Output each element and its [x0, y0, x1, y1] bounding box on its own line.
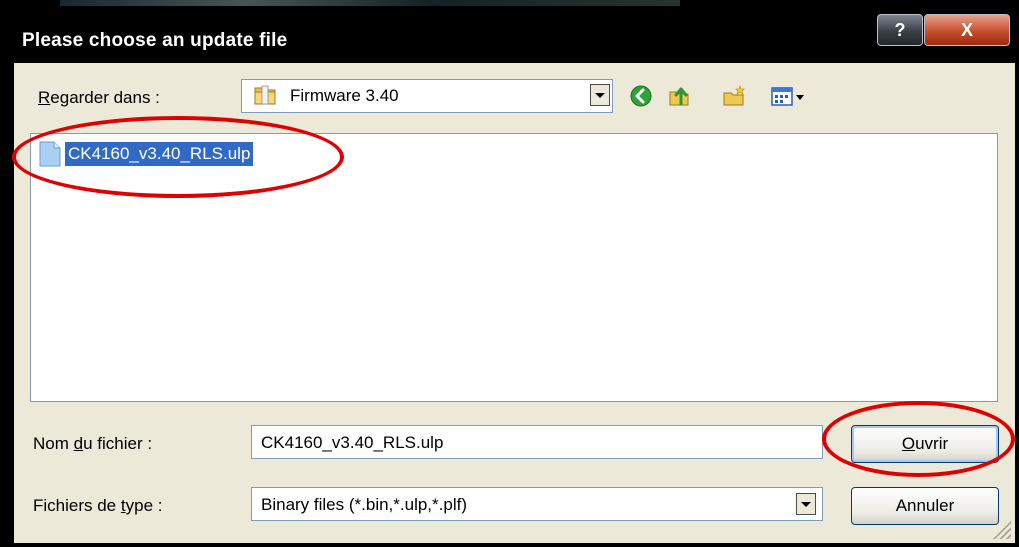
look-in-label: Regarder dans :	[38, 88, 160, 108]
cancel-button-label: Annuler	[895, 496, 955, 515]
open-button-label: uvrir	[915, 434, 949, 453]
filename-label: Nom du fichier :	[33, 434, 152, 454]
filename-value: CK4160_v3.40_RLS.ulp	[261, 433, 444, 452]
background-strip	[60, 0, 680, 6]
list-item[interactable]: CK4160_v3.40_RLS.ulp	[37, 140, 255, 168]
chevron-down-icon	[595, 92, 605, 98]
look-in-value: Firmware 3.40	[290, 86, 399, 105]
cancel-button[interactable]: Annuler	[851, 487, 999, 525]
back-icon[interactable]	[629, 84, 653, 108]
filetype-label-rest: ype :	[125, 496, 163, 515]
filetype-label: Fichiers de type :	[33, 496, 162, 516]
file-dialog: Please choose an update file ? X Regarde…	[0, 0, 1019, 547]
file-list[interactable]	[30, 133, 998, 402]
close-button[interactable]: X	[924, 14, 1010, 46]
filename-label-rest: u fichier :	[83, 434, 153, 453]
filetype-value: Binary files (*.bin,*.ulp,*.plf)	[261, 495, 467, 514]
dialog-title: Please choose an update file	[22, 30, 288, 51]
filetype-dropdown-button[interactable]	[796, 493, 816, 515]
open-button[interactable]: Ouvrir	[851, 425, 999, 463]
up-folder-icon[interactable]	[667, 84, 691, 108]
resize-grip[interactable]	[993, 521, 1011, 539]
view-menu-arrow-icon[interactable]	[795, 93, 805, 101]
view-menu-icon[interactable]	[770, 84, 794, 108]
file-name: CK4160_v3.40_RLS.ulp	[63, 141, 255, 167]
filename-input[interactable]: CK4160_v3.40_RLS.ulp	[251, 425, 823, 459]
title-bar[interactable]: Please choose an update file ? X	[0, 0, 1019, 62]
look-in-label-text: egarder dans :	[50, 88, 160, 107]
chevron-down-icon	[801, 501, 811, 507]
filename-mnemonic: d	[73, 434, 84, 453]
filename-label-prefix: Nom	[33, 434, 74, 453]
file-icon	[39, 141, 61, 167]
close-icon: X	[960, 19, 973, 40]
filetype-combobox[interactable]: Binary files (*.bin,*.ulp,*.plf)	[251, 487, 823, 521]
new-folder-icon[interactable]	[722, 84, 746, 108]
question-icon: ?	[894, 19, 906, 40]
filetype-label-prefix: Fichiers de	[33, 496, 121, 515]
look-in-dropdown-button[interactable]	[590, 84, 610, 106]
look-in-mnemonic: R	[38, 88, 51, 107]
open-mnemonic: O	[901, 434, 916, 453]
help-button[interactable]: ?	[877, 14, 923, 46]
folder-icon	[254, 85, 276, 105]
